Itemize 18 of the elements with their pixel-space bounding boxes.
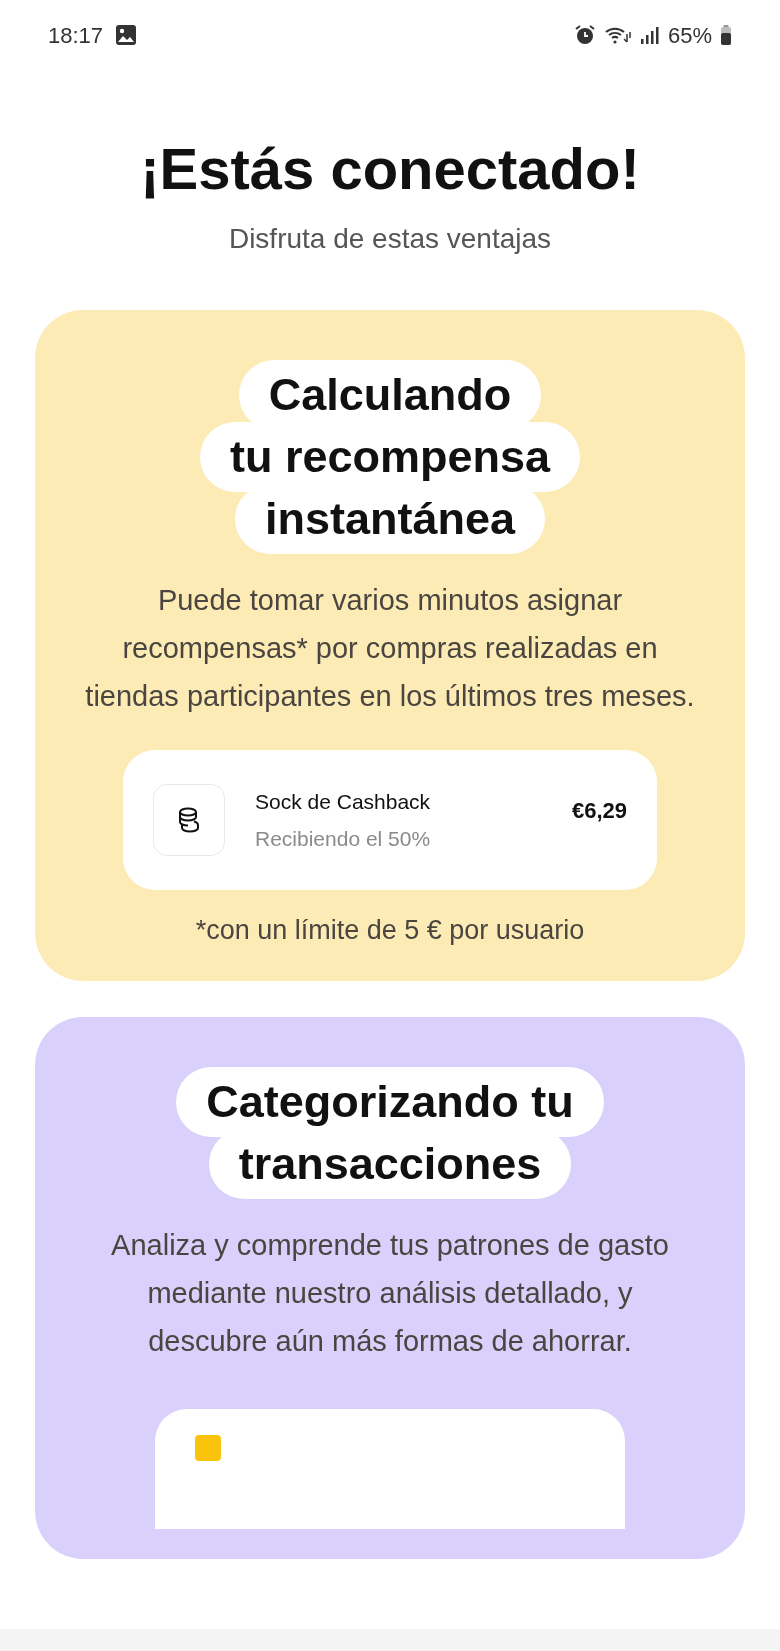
clock-time: 18:17 <box>48 21 104 50</box>
battery-icon <box>720 24 732 46</box>
page-title: ¡Estás conectado! <box>139 135 641 203</box>
category-swatch-icon <box>195 1434 221 1461</box>
footnote: *con un límite de 5 € por usuario <box>195 914 585 947</box>
card-title-line: Categorizando tu <box>176 1066 604 1137</box>
card-description: Puede tomar varios minutos asignar recompensas* por compras realizadas en tiendas participantes en los últimos tres meses. <box>84 583 696 714</box>
card-description: Analiza y comprende tus patrones de gasto mediante nuestro análisis detallado, y descubre aún más formas de ahorrar. <box>110 1227 670 1359</box>
battery-percent: 65% <box>667 21 712 50</box>
card-title-line: tu recompensa <box>199 422 581 492</box>
alarm-icon <box>573 24 596 46</box>
cashback-name: Sock de Cashback <box>255 788 432 815</box>
coins-icon <box>176 806 202 834</box>
page-subtitle: Disfruta de estas ventajas <box>227 222 553 256</box>
image-icon <box>115 24 138 46</box>
signal-icon <box>639 25 660 45</box>
cashback-detail: Recibiendo el 50% <box>255 826 432 852</box>
cashback-amount: €6,29 <box>571 797 627 825</box>
